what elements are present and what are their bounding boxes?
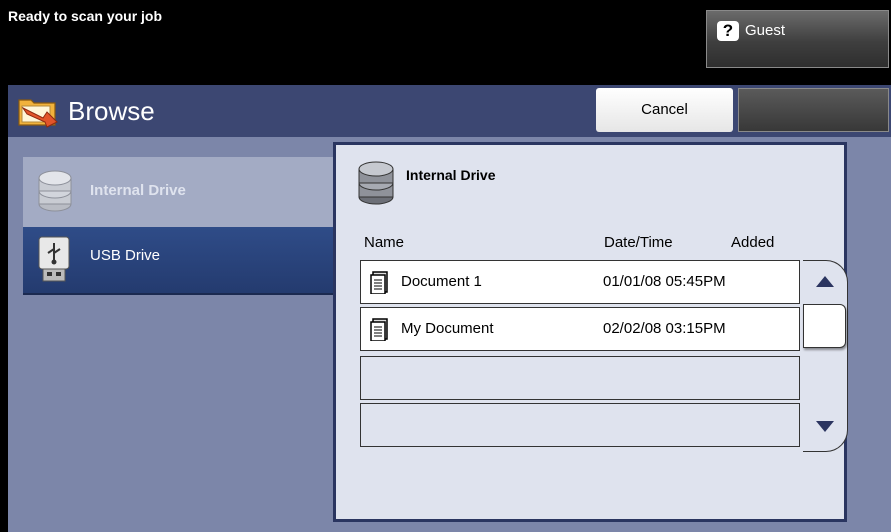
- content-title: Internal Drive: [406, 167, 496, 183]
- page-title: Browse: [68, 96, 155, 126]
- blank-action-button[interactable]: [738, 88, 889, 132]
- folder-browse-icon: [18, 99, 58, 128]
- scrollbar[interactable]: [803, 260, 848, 452]
- usb-drive-icon: [38, 236, 70, 282]
- column-header-name: Name: [364, 234, 405, 251]
- question-mark-icon: ?: [717, 21, 739, 41]
- guest-label: Guest: [745, 22, 786, 39]
- file-row-empty[interactable]: [360, 403, 800, 447]
- file-name: Document 1: [401, 273, 482, 290]
- column-header-added: Added: [731, 234, 775, 251]
- drive-item-usb[interactable]: USB Drive: [23, 227, 333, 295]
- file-row[interactable]: My Document 02/02/08 03:15PM: [360, 307, 800, 351]
- guest-login-button[interactable]: ? Guest: [706, 10, 889, 68]
- drive-stack-icon: [358, 161, 394, 205]
- file-name: My Document: [401, 320, 494, 337]
- scroll-thumb[interactable]: [803, 304, 846, 348]
- drive-label-usb: USB Drive: [90, 247, 161, 264]
- file-date: 01/01/08 05:45PM: [603, 273, 726, 290]
- cancel-button[interactable]: Cancel: [596, 88, 733, 132]
- document-icon: [370, 318, 388, 341]
- triangle-up-icon: [816, 276, 834, 287]
- drive-label-internal: Internal Drive: [90, 182, 186, 199]
- triangle-down-icon: [816, 421, 834, 432]
- browse-panel: Browse Cancel Internal Drive USB Drive I…: [8, 85, 891, 532]
- drive-stack-icon: [38, 170, 72, 212]
- file-date: 02/02/08 03:15PM: [603, 320, 726, 337]
- status-bar: Ready to scan your job ? Guest: [0, 0, 891, 76]
- browse-header: Browse Cancel: [8, 85, 891, 137]
- column-header-date: Date/Time: [604, 234, 673, 251]
- file-browser-pane: Internal Drive Name Date/Time Added Docu…: [333, 142, 848, 522]
- scroll-down-button[interactable]: [803, 405, 847, 451]
- document-icon: [370, 271, 388, 294]
- status-message: Ready to scan your job: [8, 8, 163, 24]
- file-row-empty[interactable]: [360, 356, 800, 400]
- drive-item-internal[interactable]: Internal Drive: [23, 157, 333, 227]
- scroll-up-button[interactable]: [803, 261, 847, 301]
- file-row[interactable]: Document 1 01/01/08 05:45PM: [360, 260, 800, 304]
